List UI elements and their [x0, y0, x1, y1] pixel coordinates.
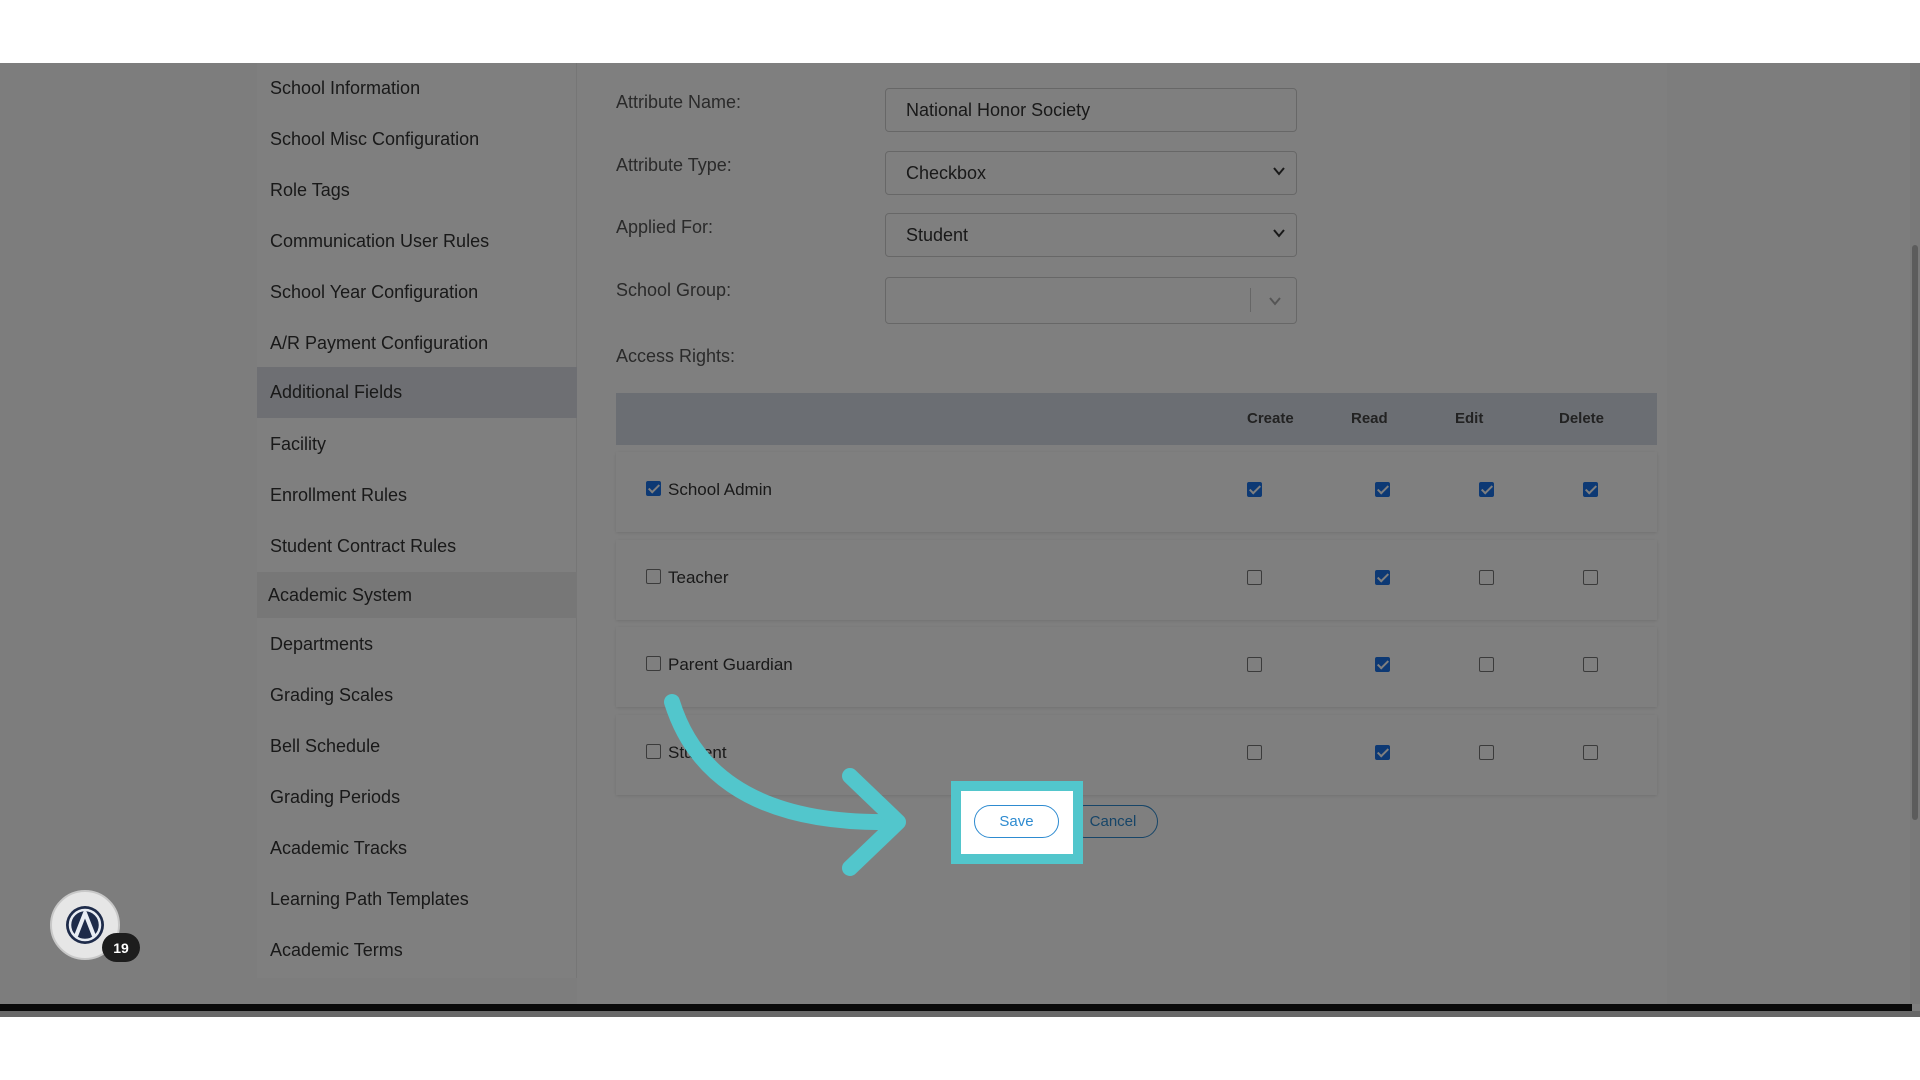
bottom-margin	[0, 1017, 1920, 1080]
header-edit: Edit	[1455, 410, 1484, 427]
create-checkbox[interactable]	[1247, 745, 1262, 760]
delete-checkbox[interactable]	[1583, 482, 1598, 497]
tutorial-arrow-icon	[664, 694, 906, 876]
sidebar-item-label: A/R Payment Configuration	[270, 333, 489, 353]
sidebar-item-school-year-configuration[interactable]: School Year Configuration	[257, 267, 577, 318]
header-read: Read	[1351, 410, 1388, 427]
sidebar-item-label: School Information	[270, 78, 421, 98]
sidebar-item-academic-terms[interactable]: Academic Terms	[257, 925, 577, 976]
school-group-label: School Group:	[616, 280, 732, 300]
edit-checkbox[interactable]	[1479, 570, 1494, 585]
row-select-checkbox[interactable]	[646, 656, 661, 671]
attribute-name-value: National Honor Society	[906, 99, 1091, 120]
sidebar-section-label: Academic System	[268, 584, 413, 605]
school-group-select[interactable]	[885, 277, 1297, 324]
sidebar-item-label: Communication User Rules	[270, 231, 490, 251]
sidebar-item-grading-scales[interactable]: Grading Scales	[257, 670, 577, 721]
applied-for-value: Student	[906, 224, 969, 245]
sidebar-item-label: Academic Tracks	[270, 838, 408, 858]
applied-for-label: Applied For:	[616, 217, 714, 237]
sidebar-item-additional-fields[interactable]: Additional Fields	[257, 367, 577, 418]
create-checkbox[interactable]	[1247, 482, 1262, 497]
chevron-down-icon	[1273, 229, 1285, 238]
row-select-checkbox[interactable]	[646, 569, 661, 584]
sidebar-item-label: Facility	[270, 434, 327, 454]
read-checkbox[interactable]	[1375, 657, 1390, 672]
applied-for-select[interactable]: Student	[885, 213, 1297, 257]
sidebar-item-label: Grading Scales	[270, 685, 394, 705]
save-label: Save	[999, 813, 1034, 830]
attribute-name-label: Attribute Name:	[616, 92, 742, 112]
sidebar-item-label: Additional Fields	[270, 382, 403, 402]
header-create: Create	[1247, 410, 1294, 427]
edit-checkbox[interactable]	[1479, 657, 1494, 672]
attribute-type-label: Attribute Type:	[616, 155, 732, 175]
settings-sidebar: School Information School Misc Configura…	[257, 63, 577, 978]
sidebar-item-communication-user-rules[interactable]: Communication User Rules	[257, 216, 577, 267]
sidebar-item-student-contract-rules[interactable]: Student Contract Rules	[257, 521, 577, 572]
top-margin	[0, 0, 1920, 63]
create-checkbox[interactable]	[1247, 657, 1262, 672]
sidebar-item-label: School Year Configuration	[270, 282, 479, 302]
sidebar-item-label: School Misc Configuration	[270, 129, 480, 149]
sidebar-item-label: Departments	[270, 634, 374, 654]
sidebar-item-label: Grading Periods	[270, 787, 401, 807]
role-label: Teacher	[668, 568, 729, 587]
delete-checkbox[interactable]	[1583, 745, 1598, 760]
attribute-type-value: Checkbox	[906, 162, 987, 183]
delete-checkbox[interactable]	[1583, 570, 1598, 585]
sidebar-item-role-tags[interactable]: Role Tags	[257, 165, 577, 216]
read-checkbox[interactable]	[1375, 482, 1390, 497]
right-gutter	[1667, 63, 1920, 1004]
chevron-down-icon	[1273, 167, 1285, 176]
sidebar-section-academic-system: Academic System	[257, 572, 577, 618]
sidebar-item-label: Student Contract Rules	[270, 536, 457, 556]
sidebar-item-ar-payment-configuration[interactable]: A/R Payment Configuration	[257, 318, 577, 369]
cancel-label: Cancel	[1089, 813, 1137, 830]
access-row-school-admin: School Admin	[616, 452, 1657, 532]
sidebar-item-learning-path-templates[interactable]: Learning Path Templates	[257, 874, 577, 925]
select-separator	[1250, 288, 1251, 312]
attribute-name-input[interactable]: National Honor Society	[885, 88, 1297, 132]
save-button[interactable]: Save	[974, 805, 1059, 838]
sidebar-item-school-information[interactable]: School Information	[257, 63, 577, 114]
role-label: School Admin	[668, 480, 772, 499]
sidebar-item-grading-periods[interactable]: Grading Periods	[257, 772, 577, 823]
notification-count-badge: 19	[102, 933, 140, 962]
sidebar-item-academic-tracks[interactable]: Academic Tracks	[257, 823, 577, 874]
create-checkbox[interactable]	[1247, 570, 1262, 585]
sidebar-item-label: Role Tags	[270, 180, 350, 200]
app-logo-icon	[66, 906, 104, 944]
sidebar-item-facility[interactable]: Facility	[257, 419, 577, 470]
read-checkbox[interactable]	[1375, 745, 1390, 760]
sidebar-item-label: Learning Path Templates	[270, 889, 469, 909]
scrollbar-thumb[interactable]	[1912, 245, 1918, 820]
access-row-teacher: Teacher	[616, 540, 1657, 620]
row-select-checkbox[interactable]	[646, 481, 661, 496]
bottom-border-line	[0, 1004, 1912, 1011]
attribute-type-select[interactable]: Checkbox	[885, 151, 1297, 195]
sidebar-item-departments[interactable]: Departments	[257, 619, 577, 670]
read-checkbox[interactable]	[1375, 570, 1390, 585]
access-rights-label: Access Rights:	[616, 346, 736, 366]
sidebar-item-bell-schedule[interactable]: Bell Schedule	[257, 721, 577, 772]
sidebar-item-label: Academic Terms	[270, 940, 403, 960]
access-table-header: Create Read Edit Delete	[616, 393, 1657, 445]
edit-checkbox[interactable]	[1479, 482, 1494, 497]
sidebar-item-school-misc-configuration[interactable]: School Misc Configuration	[257, 114, 577, 165]
header-delete: Delete	[1559, 410, 1605, 427]
chevron-down-icon	[1269, 297, 1281, 306]
sidebar-item-label: Enrollment Rules	[270, 485, 408, 505]
sidebar-item-enrollment-rules[interactable]: Enrollment Rules	[257, 470, 577, 521]
sidebar-item-label: Bell Schedule	[270, 736, 381, 756]
delete-checkbox[interactable]	[1583, 657, 1598, 672]
role-label: Parent Guardian	[668, 655, 793, 674]
edit-checkbox[interactable]	[1479, 745, 1494, 760]
